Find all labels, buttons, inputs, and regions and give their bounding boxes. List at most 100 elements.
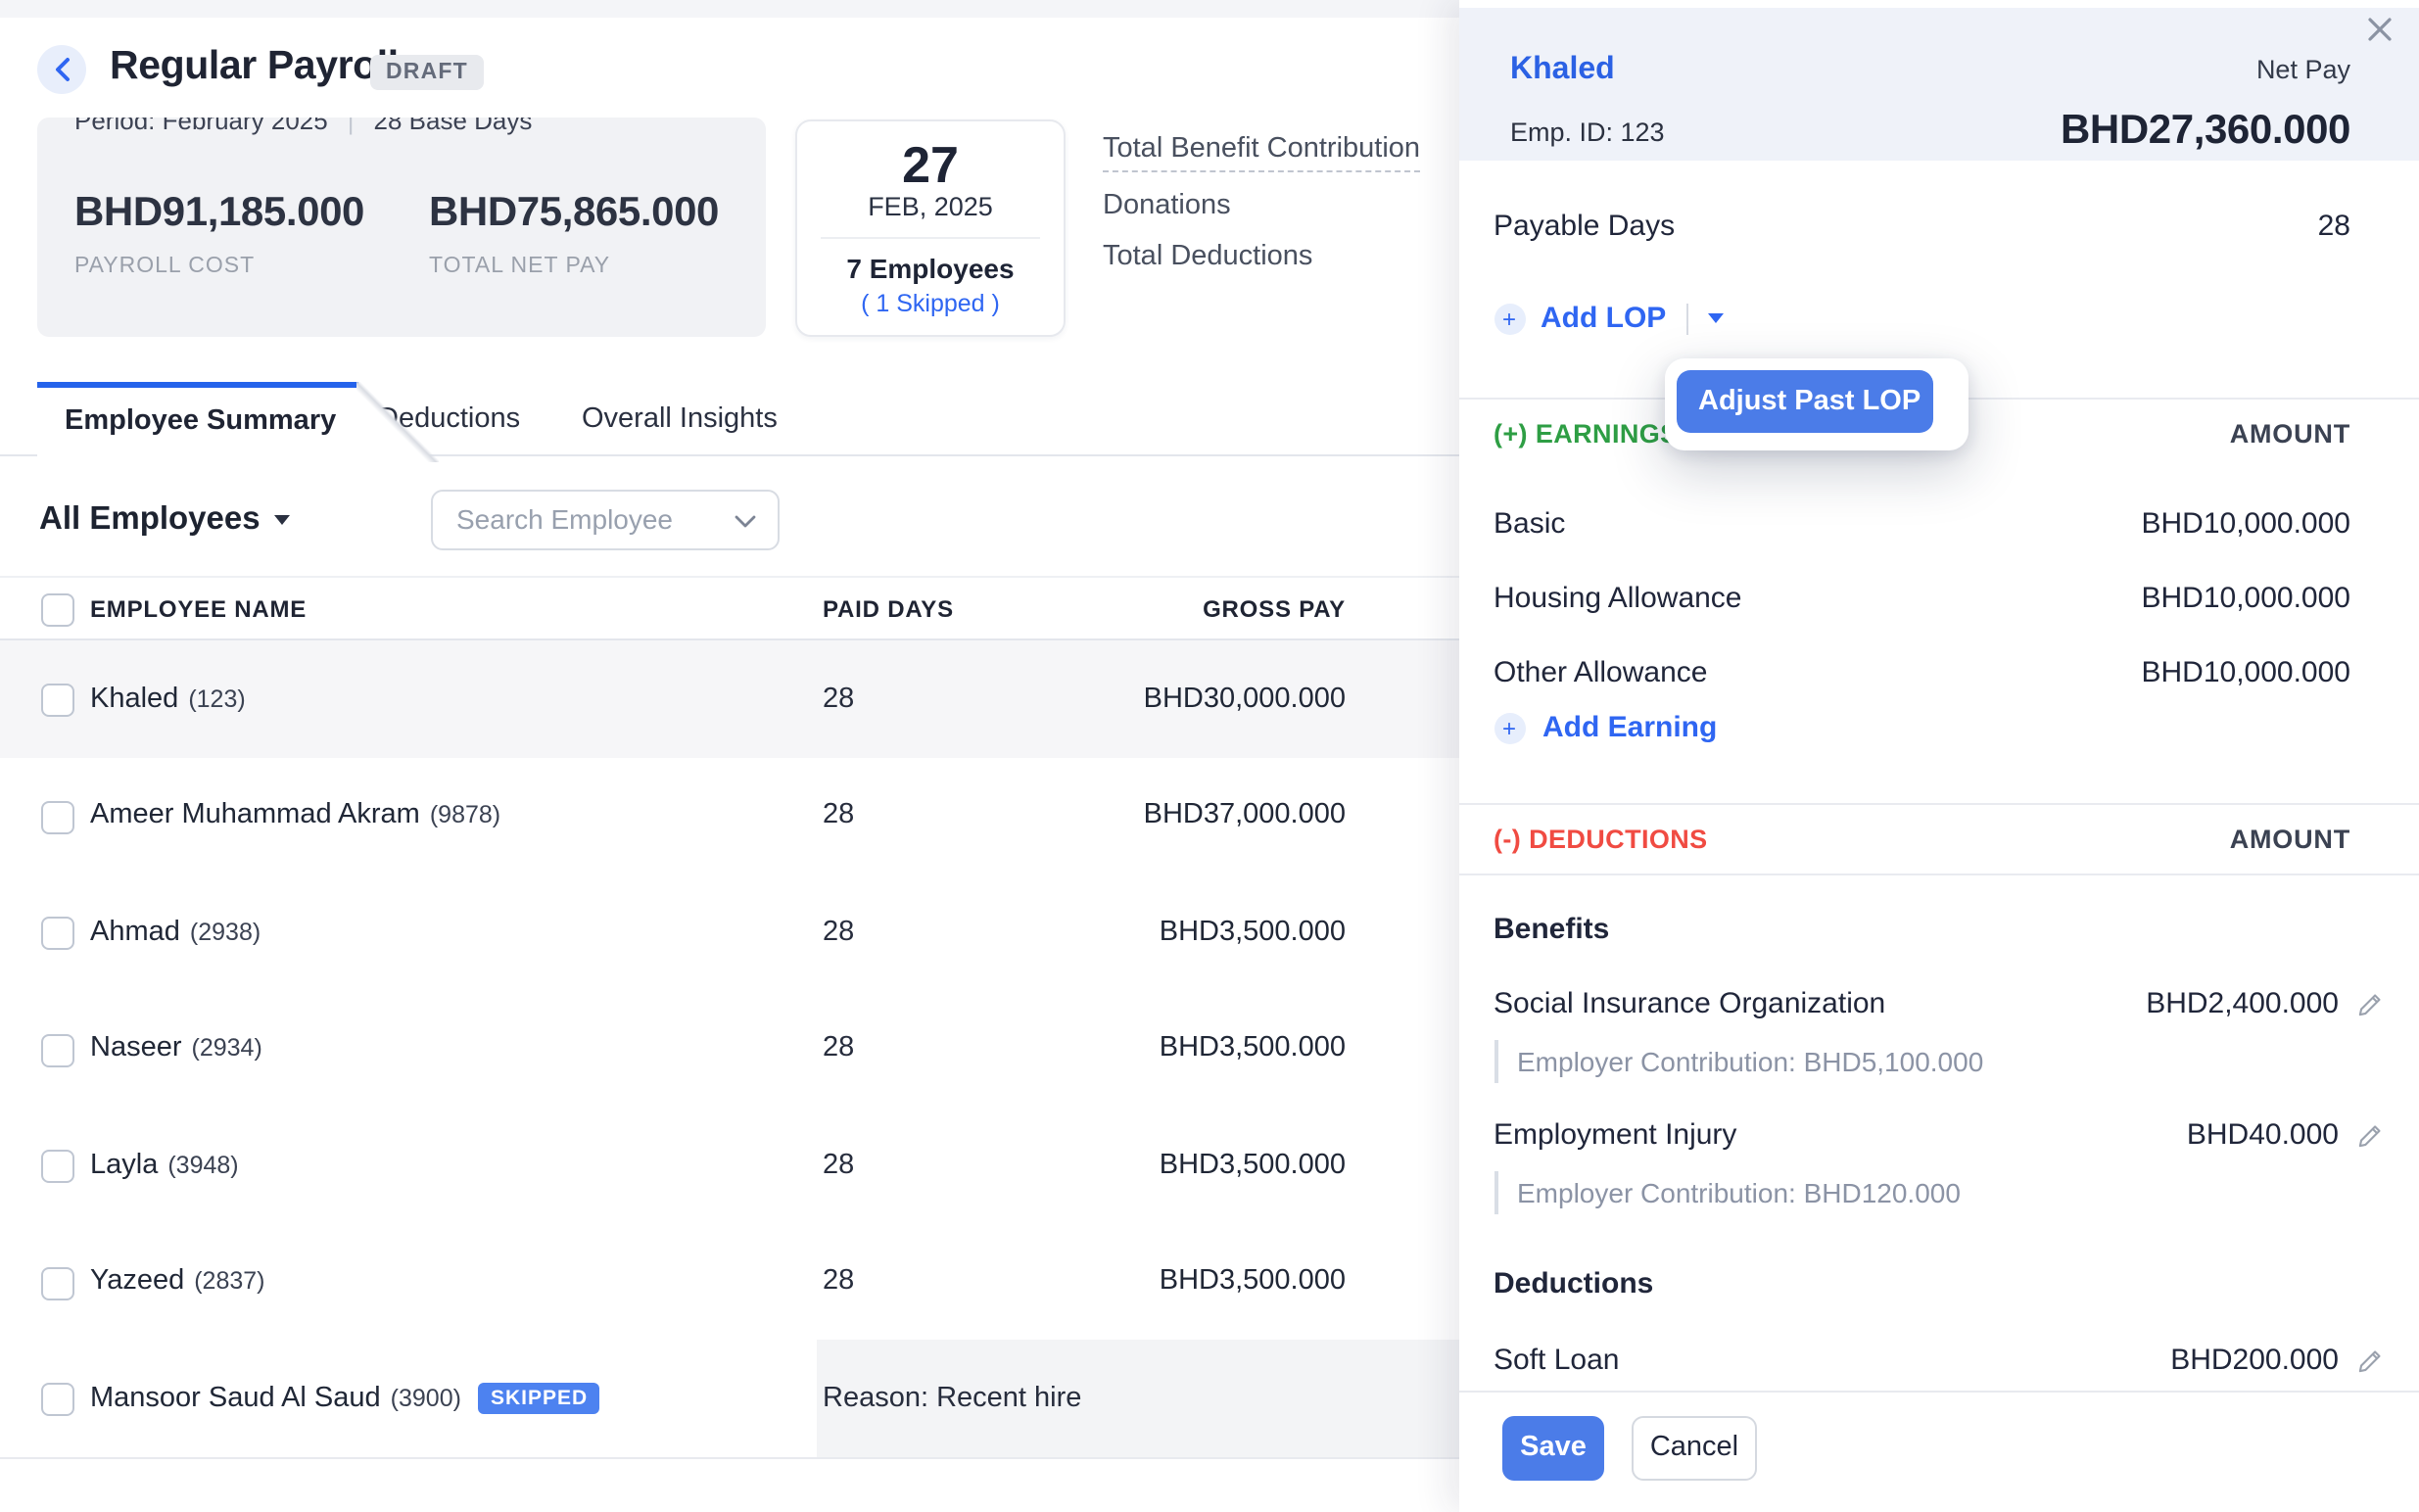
- row-checkbox[interactable]: [41, 800, 74, 833]
- employee-id: (123): [188, 685, 245, 713]
- row-checkbox[interactable]: [41, 1383, 74, 1416]
- active-tab-slant: [356, 382, 439, 462]
- earning-amount: BHD10,000.000: [2142, 505, 2351, 544]
- column-employee-name: EMPLOYEE NAME: [90, 578, 307, 640]
- cancel-button[interactable]: Cancel: [1632, 1416, 1757, 1481]
- date-card-divider: [821, 237, 1040, 239]
- gross-pay-cell: BHD3,500.000: [1160, 1223, 1346, 1340]
- payroll-cost-label: PAYROLL COST: [74, 255, 429, 278]
- skipped-count-link[interactable]: ( 1 Skipped ): [797, 290, 1064, 319]
- deduction-item-row: Employment InjuryBHD40.000: [1494, 1116, 2384, 1156]
- add-lop-caret-icon[interactable]: [1707, 313, 1723, 323]
- total-net-pay-label: TOTAL NET PAY: [429, 255, 719, 278]
- panel-employee-link[interactable]: Khaled: [1510, 53, 1615, 88]
- employee-id: (2934): [192, 1035, 262, 1063]
- paid-days-cell: 28: [823, 1223, 854, 1340]
- row-checkbox[interactable]: [41, 1033, 74, 1066]
- payable-days-label: Payable Days: [1494, 208, 1675, 247]
- column-paid-days: PAID DAYS: [823, 578, 954, 640]
- earning-row: Other Allowance BHD10,000.000: [1494, 654, 2350, 693]
- employee-detail-panel: Khaled Net Pay Emp. ID: 123 BHD27,360.00…: [1459, 0, 2419, 1512]
- edit-pencil-icon[interactable]: [2356, 1347, 2384, 1375]
- employee-id: (2837): [194, 1268, 264, 1296]
- employee-name: Khaled: [90, 684, 178, 715]
- row-checkbox[interactable]: [41, 684, 74, 717]
- gross-pay-cell: BHD37,000.000: [1144, 757, 1346, 874]
- adjust-past-lop-button[interactable]: Adjust Past LOP: [1677, 370, 1933, 433]
- paid-days-cell: 28: [823, 640, 854, 757]
- employee-name-cell: Mansoor Saud Al Saud(3900)SKIPPED: [90, 1340, 599, 1456]
- tab-employee-summary[interactable]: Employee Summary: [37, 382, 358, 456]
- deduction-item-right: BHD2,400.000: [2146, 985, 2384, 1024]
- table-row[interactable]: Naseer(2934)28BHD3,500.000: [0, 990, 1459, 1107]
- deduction-item-amount: BHD200.000: [2170, 1342, 2339, 1381]
- edit-pencil-icon[interactable]: [2356, 1122, 2384, 1150]
- summary-links: Total Benefit Contribution Donations Tot…: [1103, 131, 1459, 290]
- payable-days-row: Payable Days 28: [1494, 208, 2350, 247]
- close-panel-button[interactable]: [2366, 16, 2397, 47]
- gross-pay-cell: BHD3,500.000: [1160, 1107, 1346, 1223]
- deduction-item-name: Social Insurance Organization: [1494, 985, 1885, 1024]
- add-lop-button[interactable]: + Add LOP: [1494, 302, 1723, 335]
- employee-name: Ameer Muhammad Akram: [90, 800, 420, 831]
- select-all-checkbox[interactable]: [41, 593, 74, 627]
- paid-days-cell: 28: [823, 757, 854, 874]
- add-earning-button[interactable]: + Add Earning: [1494, 711, 1717, 744]
- row-checkbox[interactable]: [41, 917, 74, 950]
- earning-amount: BHD10,000.000: [2142, 654, 2351, 693]
- table-row[interactable]: Ahmad(2938)28BHD3,500.000: [0, 874, 1459, 990]
- employee-name-cell: Khaled (123): [90, 640, 246, 757]
- paid-days-cell: 28: [823, 990, 854, 1107]
- deductions-header-label: (-) DEDUCTIONS: [1494, 821, 1708, 858]
- add-lop-divider: [1685, 303, 1687, 334]
- deduction-item-amount: BHD2,400.000: [2146, 985, 2339, 1024]
- tab-bar: Employee Summary Deductions Overall Insi…: [0, 382, 1459, 456]
- deduction-item-right: BHD40.000: [2187, 1116, 2384, 1156]
- donations-link[interactable]: Donations: [1103, 188, 1459, 223]
- employee-filter-dropdown[interactable]: All Employees: [39, 501, 290, 539]
- employee-count: 7 Employees: [797, 253, 1064, 284]
- save-button[interactable]: Save: [1502, 1416, 1604, 1481]
- skip-reason-text: Reason: Recent hire: [823, 1383, 1081, 1414]
- earnings-amount-header: AMOUNT: [2230, 415, 2350, 452]
- period-label: Period: February 2025: [74, 118, 328, 135]
- back-button[interactable]: [37, 45, 86, 94]
- table-row[interactable]: Khaled(123)28BHD30,000.000: [0, 640, 1459, 757]
- page-title: Regular Payroll: [110, 43, 399, 90]
- deduction-item-right: BHD200.000: [2170, 1342, 2384, 1381]
- pay-date-day: 27: [797, 137, 1064, 192]
- earning-amount: BHD10,000.000: [2142, 580, 2351, 619]
- employee-id: (2938): [190, 919, 261, 946]
- edit-pencil-icon[interactable]: [2356, 991, 2384, 1018]
- gross-pay-cell: BHD3,500.000: [1160, 874, 1346, 990]
- panel-net-pay-amount: BHD27,360.000: [2061, 108, 2350, 155]
- total-benefit-contribution-link[interactable]: Total Benefit Contribution: [1103, 131, 1459, 172]
- period-separator: |: [348, 118, 355, 135]
- deductions-section-header: (-) DEDUCTIONS AMOUNT: [1494, 821, 2350, 858]
- employee-name-cell: Layla(3948): [90, 1107, 239, 1223]
- benefits-subheader: Benefits: [1494, 911, 1609, 950]
- table-row[interactable]: Layla(3948) 28 BHD3,500.000: [0, 1107, 1459, 1223]
- table-header: EMPLOYEE NAME PAID DAYS GROSS PAY: [0, 576, 1459, 640]
- search-employee-select[interactable]: Search Employee: [431, 490, 780, 550]
- deduction-item-row: Soft LoanBHD200.000: [1494, 1342, 2384, 1381]
- pay-date-card: 27 FEB, 2025 7 Employees ( 1 Skipped ): [795, 119, 1066, 337]
- total-deductions-link[interactable]: Total Deductions: [1103, 239, 1459, 274]
- employee-name-cell: Naseer(2934): [90, 990, 262, 1107]
- add-lop-dropdown-popup: Adjust Past LOP: [1665, 358, 1968, 450]
- panel-emp-id: Emp. ID: 123: [1510, 117, 1665, 146]
- net-pay-label: Net Pay: [2256, 55, 2350, 84]
- employee-rows: Khaled(123)28BHD30,000.000Ameer Muhammad…: [0, 640, 1459, 1458]
- deductions-subheader: Deductions: [1494, 1265, 1653, 1304]
- app-root: Period: February 2025 | 28 Base Days BHD…: [0, 0, 2419, 1512]
- employee-name: Yazeed: [90, 1266, 184, 1298]
- row-checkbox[interactable]: [41, 1266, 74, 1299]
- table-row[interactable]: Mansoor Saud Al Saud(3900)SKIPPED Reason:…: [0, 1340, 1459, 1458]
- chevron-left-icon: [54, 57, 70, 82]
- paid-days-cell: 28: [823, 1107, 854, 1223]
- tab-overall-insights[interactable]: Overall Insights: [582, 382, 778, 456]
- row-checkbox[interactable]: [41, 1150, 74, 1183]
- table-row[interactable]: Ameer Muhammad Akram(9878)28BHD37,000.00…: [0, 757, 1459, 874]
- table-row[interactable]: Yazeed (2837) 28 BHD3,500.000: [0, 1223, 1459, 1340]
- earning-name: Other Allowance: [1494, 654, 1707, 693]
